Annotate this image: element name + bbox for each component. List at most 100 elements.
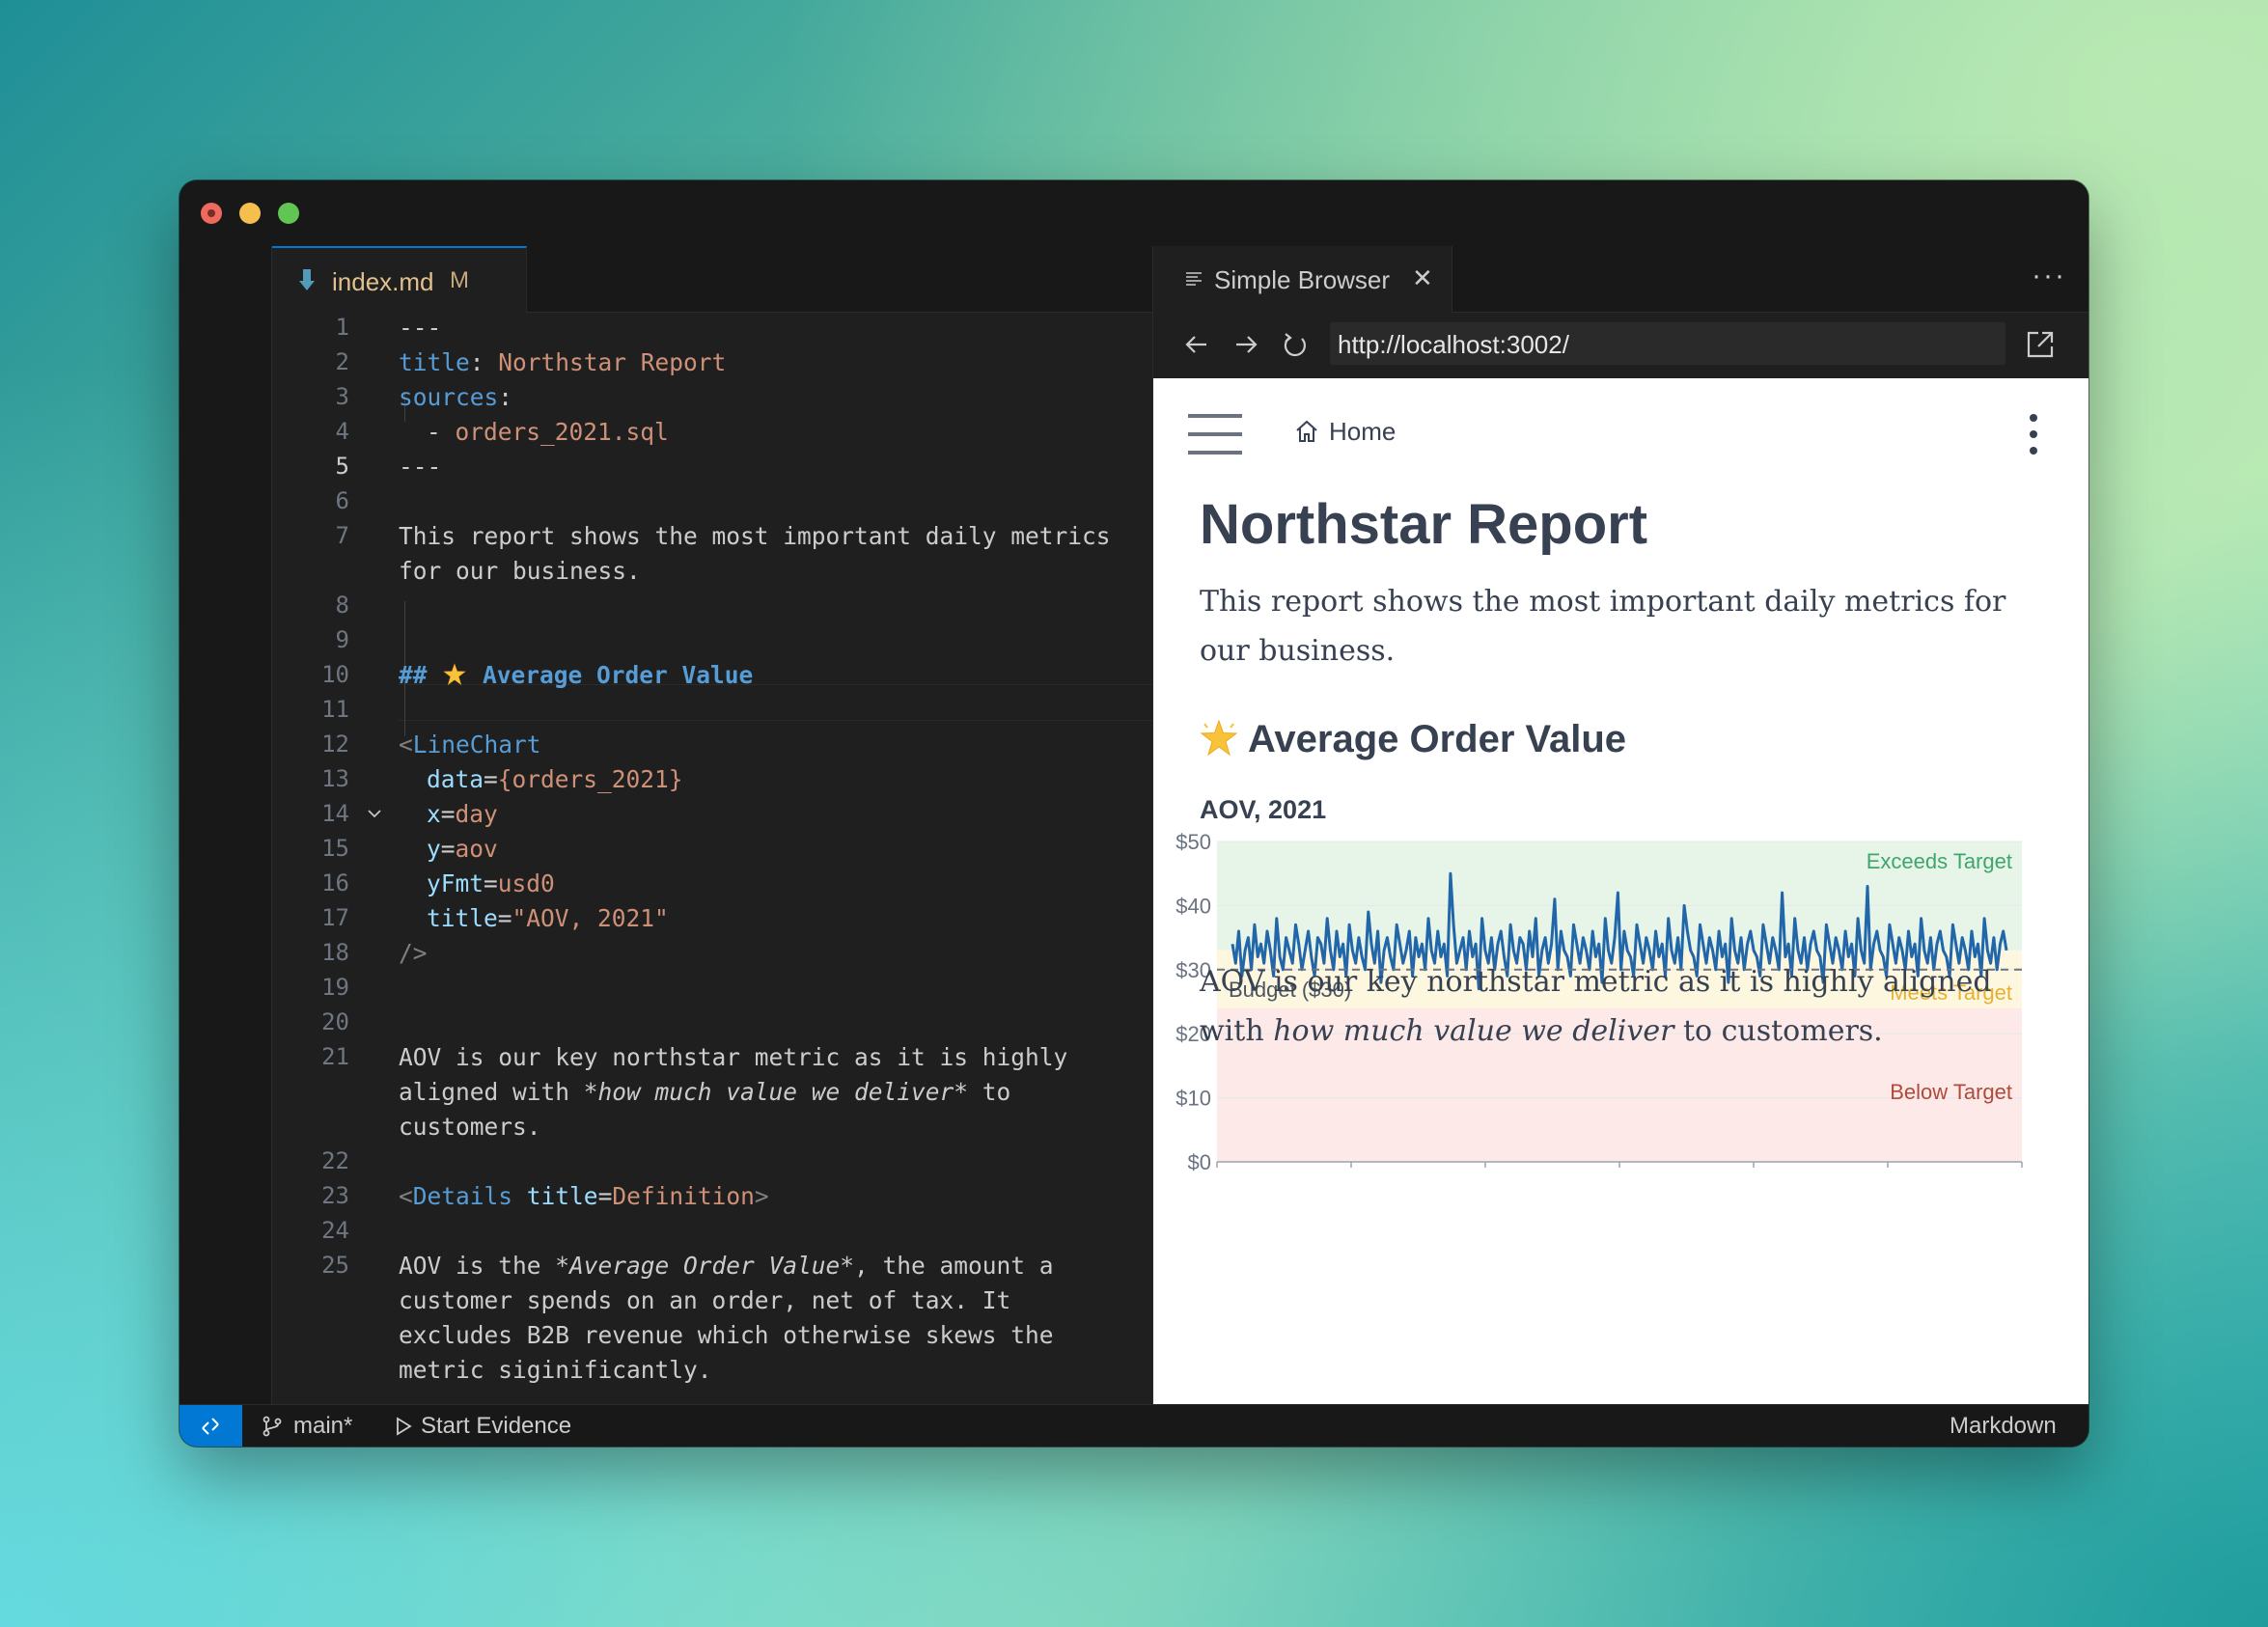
simple-browser-pane: Simple Browser ✕ ··· http://localhost:30… [1152,246,2088,1404]
code-line: for our business. [399,557,641,585]
star-emoji-icon [443,663,466,685]
band-label: Below Target [1890,1080,2012,1104]
code-line: - orders_2021.sql [427,418,669,446]
x-tick-label: Jul [1606,1173,1633,1177]
line-number: 8 [335,592,349,619]
x-tick-label: 2022 [1999,1173,2046,1177]
tab-filename: index.md [332,267,434,296]
chevron-down-icon[interactable] [367,806,382,821]
remote-icon [202,1418,219,1435]
play-icon [397,1417,412,1436]
code-line: AOV is the *Average Order Value*, the am… [399,1252,1054,1280]
home-icon [1296,420,1317,442]
code-line: y=aov [427,835,498,863]
line-number: 23 [321,1182,349,1209]
line-number: 2 [335,348,349,375]
band-label: Exceeds Target [1867,849,2012,873]
line-number: 11 [321,696,349,723]
back-arrow-icon[interactable] [1182,330,1211,359]
activity-bar [180,246,272,1404]
line-number: 3 [335,383,349,410]
code-line: /> [399,939,428,967]
line-number: 1 [335,314,349,341]
line-number: 17 [321,904,349,931]
line-number: 25 [321,1252,349,1279]
minimize-window-button[interactable] [239,203,261,224]
reload-icon[interactable] [1281,330,1310,359]
line-number: 20 [321,1008,349,1035]
git-branch-icon [263,1416,282,1437]
chart-title: AOV, 2021 [1200,795,1327,824]
code-line: customer spends on an order, net of tax.… [399,1286,1011,1314]
start-evidence-button[interactable]: Start Evidence [421,1413,571,1440]
x-tick-label: 2021 [1194,1173,1241,1177]
y-tick-label: $40 [1175,894,1211,918]
menu-icon[interactable] [1188,413,1242,455]
line-number: 22 [321,1147,349,1174]
branch-label[interactable]: main* [293,1413,352,1440]
y-tick-label: $50 [1175,830,1211,854]
line-number: 19 [321,974,349,1001]
forward-arrow-icon[interactable] [1231,330,1260,359]
line-number: 10 [321,661,349,688]
line-number: 4 [335,418,349,445]
markdown-file-icon [299,269,315,290]
page-title: Northstar Report [1200,493,1648,556]
status-bar: main* Start Evidence Markdown [180,1404,2088,1447]
body-paragraph: AOV is our key northstar metric as it is… [1200,965,1992,1048]
code-line: <LineChart [399,731,541,758]
open-external-icon[interactable] [2026,330,2055,359]
tab-index-md[interactable]: index.md M [272,246,527,313]
line-number: 12 [321,731,349,758]
browser-tab-label: Simple Browser [1214,265,1391,294]
home-label: Home [1329,417,1397,446]
zoom-window-button[interactable] [278,203,299,224]
code-line: --- [399,453,442,481]
url-text: http://localhost:3002/ [1338,330,1569,359]
line-number: 14 [321,800,349,827]
code-line: AOV is our key northstar metric as it is… [399,1043,1068,1071]
preview-icon [1186,272,1202,286]
language-mode[interactable]: Markdown [1950,1413,2057,1440]
code-line: title="AOV, 2021" [427,904,669,932]
line-number: 9 [335,626,349,653]
line-number: 5 [335,453,349,480]
line-number: 7 [335,522,349,549]
remote-indicator[interactable] [180,1405,242,1447]
line-number: 21 [321,1043,349,1070]
code-line: data={orders_2021} [427,765,683,793]
browser-tab-bar: Simple Browser ✕ ··· [1153,246,2088,313]
code-line: excludes B2B revenue which otherwise ske… [399,1321,1054,1349]
code-line: aligned with *how much value we deliver*… [399,1078,1011,1106]
modified-badge: M [450,267,469,293]
url-input[interactable]: http://localhost:3002/ [1330,322,2005,365]
code-line: metric siginificantly. [399,1356,712,1384]
code-line: This report shows the most important dai… [399,522,1111,550]
line-number: 6 [335,487,349,514]
more-actions-icon[interactable]: ··· [2032,260,2066,292]
code-line: yFmt=usd0 [427,869,555,897]
rendered-page: Home Northstar Report This report shows … [1153,378,2088,1404]
close-icon[interactable]: ✕ [1412,263,1433,293]
intro-paragraph: This report shows the most important dai… [1200,585,2006,668]
code-line: customers. [399,1113,541,1141]
code-line: sources: [399,383,513,411]
star-emoji-icon [1200,719,1238,757]
code-line: x=day [427,800,498,828]
section-heading-text: Average Order Value [1248,718,1627,760]
y-tick-label: $10 [1175,1087,1211,1111]
kebab-menu-icon[interactable] [2028,413,2039,455]
browser-nav-bar: http://localhost:3002/ [1153,313,2088,377]
line-number: 16 [321,869,349,896]
app-window: index.md M 1 2 3 4 5 6 7 8 9 10 11 12 13 [180,180,2088,1447]
code-line: --- [399,314,442,342]
x-tick-label: Mar [1333,1173,1369,1177]
line-number: 15 [321,835,349,862]
title-bar [180,180,2088,246]
section-heading: Average Order Value [1200,718,1626,761]
line-number: 13 [321,765,349,792]
tab-simple-browser[interactable]: Simple Browser ✕ [1153,246,1452,313]
code-line: <Details title=Definition> [399,1182,769,1210]
code-line: title: Northstar Report [399,348,727,376]
close-window-button[interactable] [201,203,222,224]
